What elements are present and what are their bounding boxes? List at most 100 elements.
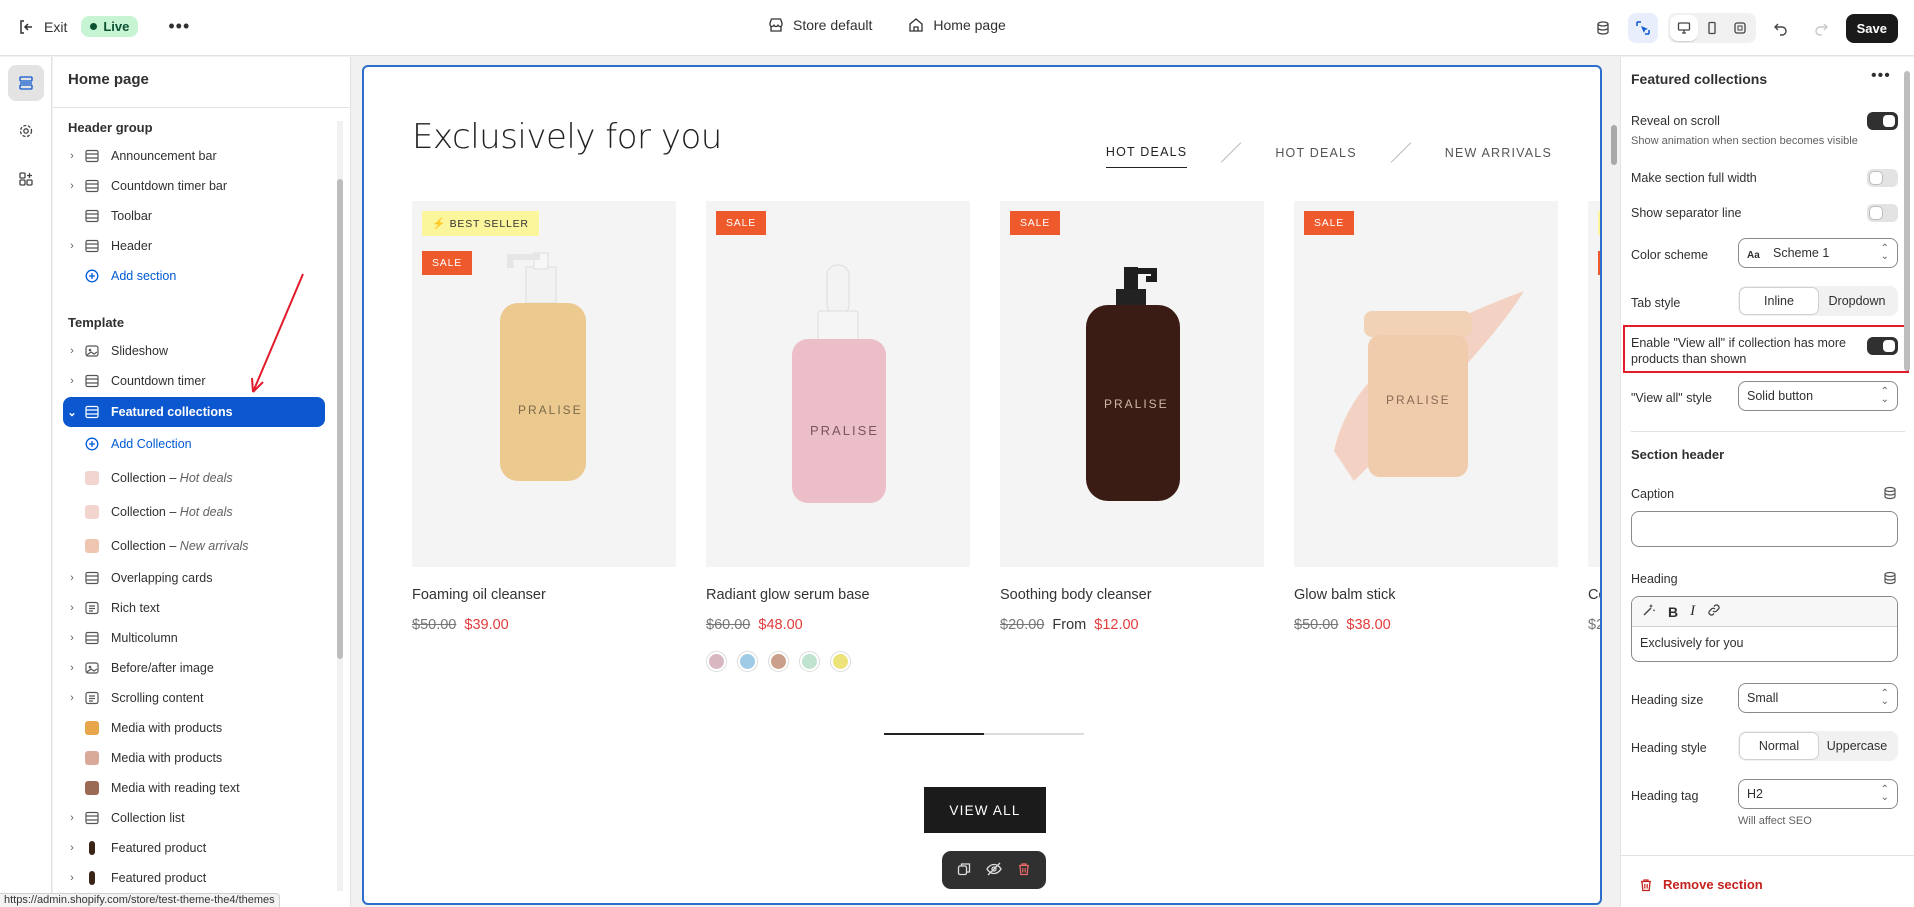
sidebar-item-media-with-products-2[interactable]: Media with products	[63, 743, 325, 773]
chevron-right-icon[interactable]: ›	[63, 240, 81, 252]
sidebar-item-media-with-products-1[interactable]: Media with products	[63, 713, 325, 743]
reveal-on-scroll-toggle[interactable]	[1867, 112, 1898, 130]
sidebar-item-rich-text[interactable]: › Rich text	[63, 593, 325, 623]
sidebar-item-before-after-image[interactable]: › Before/after image	[63, 653, 325, 683]
product-image[interactable]: SALE PRALISE	[1294, 201, 1558, 567]
sidebar-item-scrolling-content[interactable]: › Scrolling content	[63, 683, 325, 713]
chevron-right-icon[interactable]: ›	[63, 345, 81, 357]
product-name[interactable]: Radiant glow serum base	[706, 587, 970, 603]
full-width-toggle[interactable]	[1867, 169, 1898, 187]
chevron-right-icon[interactable]: ›	[63, 632, 81, 644]
caption-input[interactable]	[1631, 511, 1898, 547]
apps-icon[interactable]	[8, 161, 44, 197]
tab-hot-deals-2[interactable]: HOT DEALS	[1275, 146, 1356, 160]
sidebar-item-featured-collections[interactable]: ⌄ Featured collections	[63, 397, 325, 427]
save-button[interactable]: Save	[1845, 13, 1898, 43]
scrollbar-thumb[interactable]	[1904, 71, 1910, 371]
block-collection-hot-deals-2[interactable]: Collection – Hot deals	[81, 497, 325, 527]
color-swatch[interactable]	[768, 651, 789, 672]
redo-icon[interactable]	[1806, 13, 1836, 43]
remove-section-button[interactable]: Remove section	[1639, 877, 1763, 892]
carousel-progress[interactable]	[884, 733, 1084, 735]
chevron-right-icon[interactable]: ›	[63, 812, 81, 824]
chevron-right-icon[interactable]: ›	[63, 662, 81, 674]
sidebar-item-multicolumn[interactable]: › Multicolumn	[63, 623, 325, 653]
product-card[interactable]: SALE PRALISE Soothing body cleanser $20.…	[1000, 201, 1264, 633]
color-scheme-select[interactable]: Aa Scheme 1 ⌃ ⌄	[1738, 238, 1898, 268]
heading-tag-select[interactable]: H2 ⌃ ⌄	[1738, 779, 1898, 809]
sidebar-item-overlapping-cards[interactable]: › Overlapping cards	[63, 563, 325, 593]
fullscreen-icon[interactable]	[1726, 15, 1754, 41]
chevron-right-icon[interactable]: ›	[63, 602, 81, 614]
heading-style-normal[interactable]: Normal	[1740, 733, 1818, 759]
chevron-right-icon[interactable]: ›	[63, 375, 81, 387]
heading-style-uppercase[interactable]: Uppercase	[1818, 733, 1896, 759]
page-selector[interactable]: Home page	[908, 17, 1006, 33]
chevron-right-icon[interactable]: ›	[63, 180, 81, 192]
product-card[interactable]: SALE PRALISE Radiant glow serum base $60…	[706, 201, 970, 672]
block-collection-hot-deals-1[interactable]: Collection – Hot deals	[81, 463, 325, 493]
product-card-partial[interactable]: Co $2	[1588, 201, 1600, 633]
duplicate-icon[interactable]	[957, 862, 971, 879]
color-swatch[interactable]	[706, 651, 727, 672]
chevron-right-icon[interactable]: ›	[63, 572, 81, 584]
exit-button[interactable]: Exit	[18, 19, 67, 35]
separator-toggle[interactable]	[1867, 204, 1898, 222]
tab-style-dropdown[interactable]: Dropdown	[1818, 288, 1896, 314]
hide-eye-icon[interactable]	[986, 862, 1002, 879]
sidebar-item-toolbar[interactable]: Toolbar	[63, 201, 325, 231]
product-card[interactable]: SALE PRALISE Glow balm stick $50.00 $38.…	[1294, 201, 1558, 633]
undo-icon[interactable]	[1766, 13, 1796, 43]
chevron-right-icon[interactable]: ›	[63, 842, 81, 854]
sidebar-item-collection-list[interactable]: › Collection list	[63, 803, 325, 833]
color-swatch[interactable]	[830, 651, 851, 672]
sidebar-item-header[interactable]: › Header	[63, 231, 325, 261]
product-name[interactable]: Soothing body cleanser	[1000, 587, 1264, 603]
chevron-down-icon[interactable]: ⌄	[63, 406, 81, 419]
heading-size-select[interactable]: Small ⌃ ⌄	[1738, 683, 1898, 713]
sidebar-item-media-with-reading-text[interactable]: Media with reading text	[63, 773, 325, 803]
view-all-style-select[interactable]: Solid button ⌃ ⌄	[1738, 381, 1898, 411]
tab-style-inline[interactable]: Inline	[1740, 288, 1818, 314]
store-selector[interactable]: Store default	[768, 17, 872, 33]
magic-wand-icon[interactable]	[1642, 603, 1656, 620]
sidebar-item-countdown-timer[interactable]: › Countdown timer	[63, 366, 325, 396]
product-name[interactable]: Foaming oil cleanser	[412, 587, 676, 603]
chevron-right-icon[interactable]: ›	[63, 692, 81, 704]
chevron-right-icon[interactable]: ›	[63, 150, 81, 162]
scrollbar-thumb[interactable]	[1611, 125, 1617, 165]
sidebar-item-slideshow[interactable]: › Slideshow	[63, 336, 325, 366]
bold-icon[interactable]: B	[1668, 604, 1678, 620]
scrollbar-thumb[interactable]	[337, 179, 343, 659]
dynamic-source-icon[interactable]	[1883, 486, 1897, 503]
color-swatch[interactable]	[799, 651, 820, 672]
tab-new-arrivals[interactable]: NEW ARRIVALS	[1445, 146, 1552, 160]
product-card[interactable]: ⚡ BEST SELLER SALE PRALISE Foaming oil c…	[412, 201, 676, 633]
sidebar-item-featured-product-2[interactable]: › Featured product	[63, 863, 325, 893]
preview-frame[interactable]: Exclusively for you HOT DEALS HOT DEALS …	[362, 65, 1602, 905]
delete-icon[interactable]	[1017, 862, 1031, 879]
product-image[interactable]: ⚡ BEST SELLER SALE PRALISE	[412, 201, 676, 567]
settings-scrollbar[interactable]	[1903, 61, 1911, 851]
link-icon[interactable]	[1707, 603, 1721, 620]
more-actions-icon[interactable]: •••	[168, 16, 190, 37]
view-all-enable-toggle[interactable]	[1867, 337, 1898, 355]
dynamic-source-icon[interactable]	[1883, 571, 1897, 588]
chevron-right-icon[interactable]: ›	[63, 872, 81, 884]
preview-scrollbar[interactable]	[1610, 65, 1618, 905]
sidebar-item-countdown-timer-bar[interactable]: › Countdown timer bar	[63, 171, 325, 201]
desktop-icon[interactable]	[1669, 15, 1698, 41]
heading-input[interactable]: Exclusively for you	[1632, 627, 1897, 659]
sidebar-item-featured-product-1[interactable]: › Featured product	[63, 833, 325, 863]
mobile-icon[interactable]	[1698, 15, 1726, 41]
sidebar-item-announcement-bar[interactable]: › Announcement bar	[63, 141, 325, 171]
sections-icon[interactable]	[8, 65, 44, 101]
settings-gear-icon[interactable]	[8, 113, 44, 149]
inspector-icon[interactable]	[1627, 13, 1658, 43]
product-name[interactable]: Glow balm stick	[1294, 587, 1558, 603]
database-icon[interactable]	[1588, 13, 1618, 43]
color-swatch[interactable]	[737, 651, 758, 672]
sidebar-scrollbar[interactable]	[336, 111, 344, 907]
more-options-icon[interactable]: •••	[1871, 67, 1891, 85]
italic-icon[interactable]: I	[1690, 603, 1695, 620]
